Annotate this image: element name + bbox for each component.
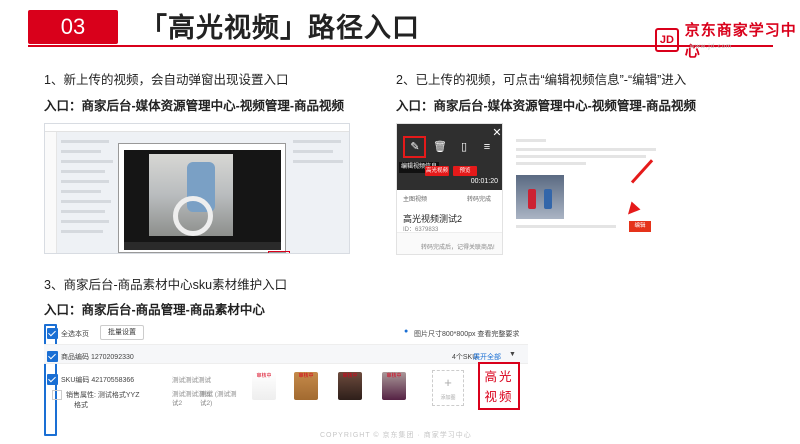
- logo-url: www.jd.com: [690, 44, 733, 50]
- screenshot-upload-popup: [44, 123, 350, 254]
- product-tag-1: 审核中: [256, 373, 272, 379]
- section3-path: 入口：商家后台-商品管理-商品素材中心: [44, 303, 265, 317]
- product-tag-4: 审核中: [386, 373, 402, 379]
- page-title: 「高光视频」路径入口: [140, 13, 420, 43]
- footer-copyright: COPYRIGHT © 京东集团 · 商家学习中心: [320, 432, 472, 439]
- chevron-down-icon[interactable]: ▼: [509, 351, 516, 358]
- section2-path: 入口：商家后台-媒体资源管理中心-视频管理-商品视频: [396, 99, 696, 113]
- pencil-icon: ✎: [410, 141, 420, 153]
- transcode-status: 转码完成: [467, 197, 492, 203]
- edit-button[interactable]: 编辑: [629, 221, 651, 232]
- product-checkbox[interactable]: [47, 351, 58, 362]
- video-thumbnail-small: [516, 175, 564, 219]
- product-tag-2: 审核中: [298, 373, 314, 379]
- jd-logo-icon: JD: [655, 28, 679, 52]
- jd-logo: JD 京东商家学习中心: [655, 19, 800, 61]
- red-arrow-head: [623, 201, 641, 219]
- select-page-checkbox[interactable]: [47, 328, 58, 339]
- product-code: 商品编码 12702092330: [61, 354, 134, 361]
- image-size-note[interactable]: 图片尺寸800*800px 查看完整要求: [414, 329, 519, 339]
- expand-all-link[interactable]: 展开全部: [473, 352, 501, 362]
- highlight-video-entry[interactable]: 高光 视频: [478, 362, 520, 410]
- screenshot-edit-panel: 编辑: [510, 135, 662, 235]
- select-page-label: 全选本页: [61, 331, 89, 338]
- video-duration: 00:01:20: [470, 178, 498, 185]
- status-note: 转码完成后，记得关联商品!: [421, 245, 495, 251]
- tab-main-video[interactable]: 主图视频: [403, 194, 427, 203]
- trash-icon[interactable]: 🗑: [433, 140, 447, 154]
- sku-checkbox[interactable]: [47, 374, 58, 385]
- red-arrow: [630, 159, 654, 184]
- bookmark-icon[interactable]: ▯: [457, 140, 471, 154]
- test-text-3b: 试2): [200, 400, 213, 407]
- sku-attr-cont: 格式: [74, 402, 88, 409]
- logo-text: 京东商家学习中心: [684, 22, 797, 60]
- info-icon: ●: [404, 328, 409, 335]
- section1-heading: 1、新上传的视频，会自动弹窗出现设置入口: [44, 73, 289, 87]
- sku-code: SKU编码 42170558366: [61, 377, 135, 384]
- add-image-label: 添加图: [440, 395, 456, 401]
- admin-sidebar: [45, 132, 57, 253]
- sku-attr: 销售属性: 测试格式YYZ: [66, 392, 140, 399]
- section3-heading: 3、商家后台-商品素材中心sku素材维护入口: [44, 278, 288, 292]
- close-icon[interactable]: ✕: [490, 126, 502, 140]
- section-number-badge: 03: [28, 10, 118, 44]
- preview-button[interactable]: 预览: [453, 166, 477, 176]
- admin-topbar: [45, 124, 349, 132]
- screenshot-video-card: ✎ 🗑 ▯ ≡ ✕ 编辑视频信息 高光视频 预览 00:01:20 主图视频 转…: [396, 123, 503, 255]
- highlight-label-2: 视频: [484, 390, 514, 404]
- test-text-2b: 试2: [172, 400, 183, 407]
- add-image-button[interactable]: + 添加图: [432, 370, 464, 406]
- set-highlight-button[interactable]: [268, 251, 290, 253]
- test-text-1: 测试测试测试: [172, 377, 211, 384]
- highlight-button[interactable]: 高光视频: [425, 166, 449, 176]
- list-icon[interactable]: ≡: [480, 140, 494, 154]
- highlight-label-1: 高光: [484, 370, 514, 384]
- product-tag-3: 审核中: [342, 373, 358, 379]
- section1-path: 入口：商家后台-媒体资源管理中心-视频管理-商品视频: [44, 99, 344, 113]
- video-player[interactable]: [124, 150, 281, 242]
- batch-set-button[interactable]: 批量设置: [100, 325, 144, 340]
- video-settings-modal: [118, 143, 290, 253]
- sku-material-table: 全选本页 批量设置 ● 图片尺寸800*800px 查看完整要求 商品编码 12…: [44, 322, 528, 444]
- video-controls[interactable]: [124, 242, 281, 250]
- section2-heading: 2、已上传的视频，可点击“编辑视频信息”-“编辑”进入: [396, 73, 687, 87]
- sku-image-placeholder: [52, 390, 62, 400]
